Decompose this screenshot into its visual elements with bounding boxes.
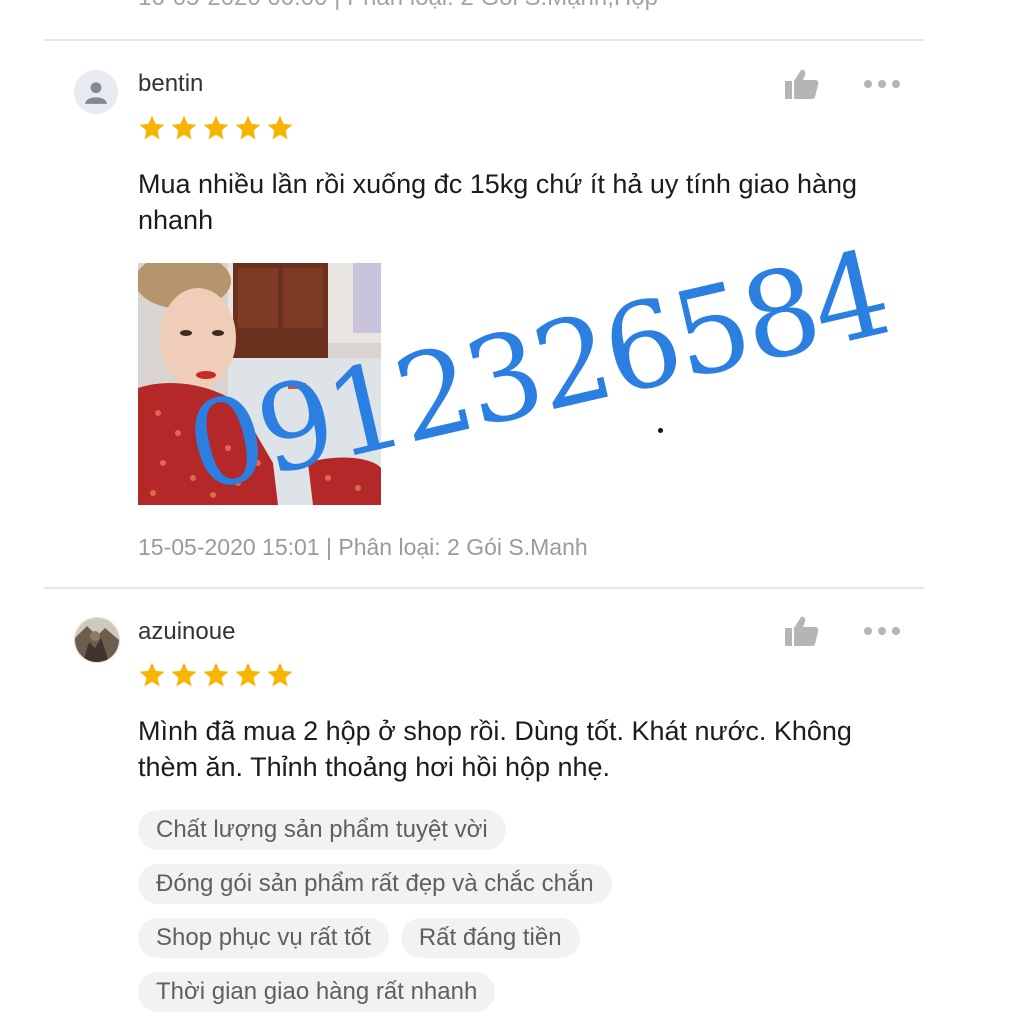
star-icon — [235, 115, 261, 140]
review-username[interactable]: bentin — [138, 70, 203, 98]
rating-stars — [138, 114, 294, 142]
previous-review-meta: 16-05-2020 00:00 | Phân loại: 2 Gói S.Mạ… — [138, 0, 658, 12]
star-icon — [235, 662, 261, 687]
review-comment: Mua nhiều lần rồi xuống đc 15kg chứ ít h… — [138, 169, 858, 235]
more-options-icon[interactable] — [863, 79, 901, 89]
review-tag[interactable]: Rất đáng tiền — [400, 918, 580, 958]
review-comment: Mình đã mua 2 hộp ở shop rồi. Dùng tốt. … — [138, 716, 852, 782]
star-icon — [139, 662, 165, 687]
user-avatar-image — [75, 618, 119, 662]
thumbs-up-icon[interactable] — [784, 68, 820, 100]
review-tags: Chất lượng sản phẩm tuyệt vời Đóng gói s… — [138, 810, 938, 1026]
more-options-icon[interactable] — [863, 626, 901, 636]
star-icon — [267, 662, 293, 687]
review-tag[interactable]: Chất lượng sản phẩm tuyệt vời — [138, 810, 506, 850]
divider — [44, 587, 924, 589]
review-tag[interactable]: Thời gian giao hàng rất nhanh — [138, 972, 496, 1012]
divider — [44, 39, 924, 41]
avatar[interactable] — [74, 617, 120, 663]
star-icon — [171, 115, 197, 140]
star-icon — [139, 115, 165, 140]
star-icon — [203, 662, 229, 687]
star-icon — [203, 115, 229, 140]
star-icon — [267, 115, 293, 140]
review-username[interactable]: azuinoue — [138, 618, 235, 646]
avatar[interactable] — [74, 70, 118, 114]
user-avatar-icon — [85, 82, 107, 104]
review-meta: 15-05-2020 15:01 | Phân loại: 2 Gói S.Ma… — [138, 534, 588, 560]
review-tag[interactable]: Đóng gói sản phẩm rất đẹp và chắc chắn — [138, 864, 612, 904]
star-icon — [171, 662, 197, 687]
thumbs-up-icon[interactable] — [784, 615, 820, 647]
photo-dot — [658, 428, 663, 433]
review-tag[interactable]: Shop phục vụ rất tốt — [138, 918, 389, 958]
rating-stars — [138, 661, 294, 689]
